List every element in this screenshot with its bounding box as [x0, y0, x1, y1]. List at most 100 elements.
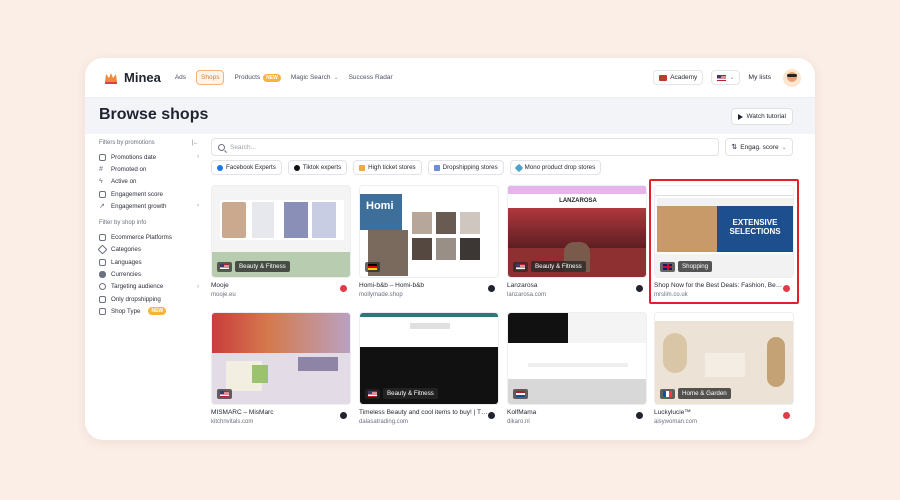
filter-currencies[interactable]: Currencies — [99, 268, 199, 280]
filter-label: Categories — [111, 246, 141, 254]
shop-card[interactable]: KolfMama dikaro.nl — [507, 312, 647, 425]
filter-engagement-growth[interactable]: ↗ Engagement growth › — [99, 200, 199, 212]
shop-tag — [365, 262, 380, 272]
brand-name: Minea — [124, 70, 161, 85]
play-icon — [737, 113, 743, 120]
language-select[interactable]: ⌄ — [711, 70, 741, 85]
store-icon — [99, 307, 106, 315]
chip-mono-product-drop-stores[interactable]: Mono product drop stores — [509, 160, 602, 175]
us-flag-icon — [220, 391, 229, 397]
filter-categories[interactable]: Categories — [97, 244, 199, 256]
nav-shops[interactable]: Shops — [196, 70, 225, 85]
chip-label: High ticket stores — [368, 164, 416, 171]
minea-logo-icon — [103, 70, 119, 86]
shop-card[interactable]: Home & Garden Luckylucie™ aisywoman.com — [654, 312, 794, 425]
filter-only-dropshipping[interactable]: Only dropshipping — [99, 293, 199, 305]
shop-card[interactable]: Beauty & Fitness Mooje mooje.eu — [211, 185, 351, 298]
shop-name: KolfMama — [507, 409, 537, 416]
diamond-icon — [514, 163, 523, 172]
pinterest-icon — [783, 412, 790, 419]
chevron-right-icon: › — [197, 283, 199, 290]
shop-thumbnail — [211, 312, 351, 405]
shop-url: dikaro.nl — [507, 419, 530, 425]
shop-info-heading-label: Filter by shop info — [99, 220, 147, 227]
search-input[interactable] — [230, 143, 700, 151]
filter-targeting-audience[interactable]: Targeting audience › — [99, 281, 199, 293]
watch-tutorial-button[interactable]: Watch tutorial — [730, 108, 793, 125]
filter-label: Active on — [111, 178, 137, 186]
shop-url: mollymade.shop — [359, 292, 403, 298]
filter-active-on[interactable]: ϟ Active on — [99, 176, 199, 188]
chevron-right-icon: › — [197, 154, 199, 161]
filter-engagement-score[interactable]: Engagement score — [99, 188, 199, 200]
filter-languages[interactable]: Languages — [99, 256, 199, 268]
shop-name: Lanzarosa — [507, 282, 538, 289]
shops-grid: Beauty & Fitness Mooje mooje.eu Homi Hom… — [211, 179, 799, 435]
shop-thumbnail: LANZAROSA Beauty & Fitness — [507, 185, 647, 278]
target-icon — [99, 283, 106, 291]
filter-label: Languages — [111, 258, 142, 266]
chip-facebook-experts[interactable]: Facebook Experts — [211, 160, 282, 175]
tiktok-icon — [293, 164, 300, 171]
nav-success-radar[interactable]: Success Radar — [349, 74, 393, 81]
nav-magic-search[interactable]: Magic Search ⌄ — [291, 74, 339, 81]
thumbs-up-icon — [99, 190, 106, 198]
shopify-icon — [636, 412, 643, 419]
nav-ads[interactable]: Ads — [175, 74, 186, 81]
shop-url: aisywoman.com — [654, 419, 698, 425]
brand[interactable]: Minea — [103, 70, 161, 86]
nav-products[interactable]: Products NEW — [234, 73, 281, 82]
filter-promotions-date[interactable]: Promotions date › — [99, 151, 199, 163]
shop-url: kitchnvitals.com — [211, 419, 254, 425]
filter-label: Ecommerce Platforms — [111, 234, 172, 242]
thumb-logo-text: Homi — [360, 194, 402, 230]
shop-card[interactable]: Beauty & Fitness Timeless Beauty and coo… — [359, 312, 499, 425]
calendar-icon — [99, 153, 106, 161]
nav-shops-label: Shops — [201, 74, 220, 81]
my-lists-link[interactable]: My lists — [748, 74, 771, 81]
chip-tiktok-experts[interactable]: Tiktok experts — [287, 160, 348, 175]
shopify-icon — [340, 412, 347, 419]
sort-select[interactable]: ⇅ Engag. score ⌄ — [725, 138, 793, 156]
filter-label: Engagement growth — [111, 202, 167, 210]
selection-highlight — [649, 179, 799, 304]
chip-high-ticket-stores[interactable]: High ticket stores — [353, 160, 422, 175]
money-icon — [99, 271, 106, 279]
facebook-icon — [217, 164, 223, 171]
shop-name: Luckylucie™ — [654, 409, 691, 416]
new-badge: NEW — [148, 307, 167, 316]
filter-shop-type[interactable]: Shop Type NEW — [99, 305, 199, 317]
shop-tag: Home & Garden — [660, 388, 731, 399]
shop-thumbnail: Homi — [359, 185, 499, 278]
trend-icon: ↗ — [99, 202, 105, 210]
chip-dropshipping-stores[interactable]: Dropshipping stores — [427, 160, 504, 175]
filter-promoted-on[interactable]: # Promoted on — [99, 163, 199, 175]
promotions-heading: Filters by promotions |← — [99, 140, 199, 146]
shop-url: dalasatrading.com — [359, 419, 409, 425]
shop-card[interactable]: Homi Homi-b&b – Homi-b&b mollymade.shop — [359, 185, 499, 298]
chip-label: Facebook Experts — [226, 164, 276, 171]
filter-label: Currencies — [111, 271, 141, 279]
shop-thumbnail: Beauty & Fitness — [211, 185, 351, 278]
search-icon — [218, 143, 225, 151]
filter-label: Promotions date — [111, 153, 157, 161]
chevron-right-icon: › — [197, 203, 199, 210]
graduation-cap-icon — [659, 74, 668, 81]
nav-ads-label: Ads — [174, 74, 187, 81]
preset-chips: Facebook Experts Tiktok experts High tic… — [211, 160, 602, 175]
filter-label: Targeting audience — [111, 283, 164, 291]
shop-card[interactable]: LANZAROSA Beauty & Fitness Lanzarosa lan… — [507, 185, 647, 298]
academy-button[interactable]: Academy — [653, 70, 704, 85]
shop-url: lanzarosa.com — [507, 292, 547, 298]
shop-name: Mooje — [211, 282, 229, 289]
shop-card[interactable]: MISMARC – MisMarc kitchnvitals.com — [211, 312, 351, 425]
filter-ecommerce-platforms[interactable]: Ecommerce Platforms — [99, 231, 199, 243]
sort-icon: ⇅ — [731, 144, 738, 151]
filters-sidebar: Filters by promotions |← Promotions date… — [97, 140, 199, 318]
collapse-sidebar-icon[interactable]: |← — [191, 140, 199, 146]
bolt-icon: ϟ — [99, 178, 103, 186]
nav-right: Academy ⌄ My lists — [653, 68, 801, 87]
shop-name: Homi-b&b – Homi-b&b — [359, 282, 425, 289]
avatar[interactable] — [783, 68, 801, 87]
shop-thumbnail: Home & Garden — [654, 312, 794, 405]
